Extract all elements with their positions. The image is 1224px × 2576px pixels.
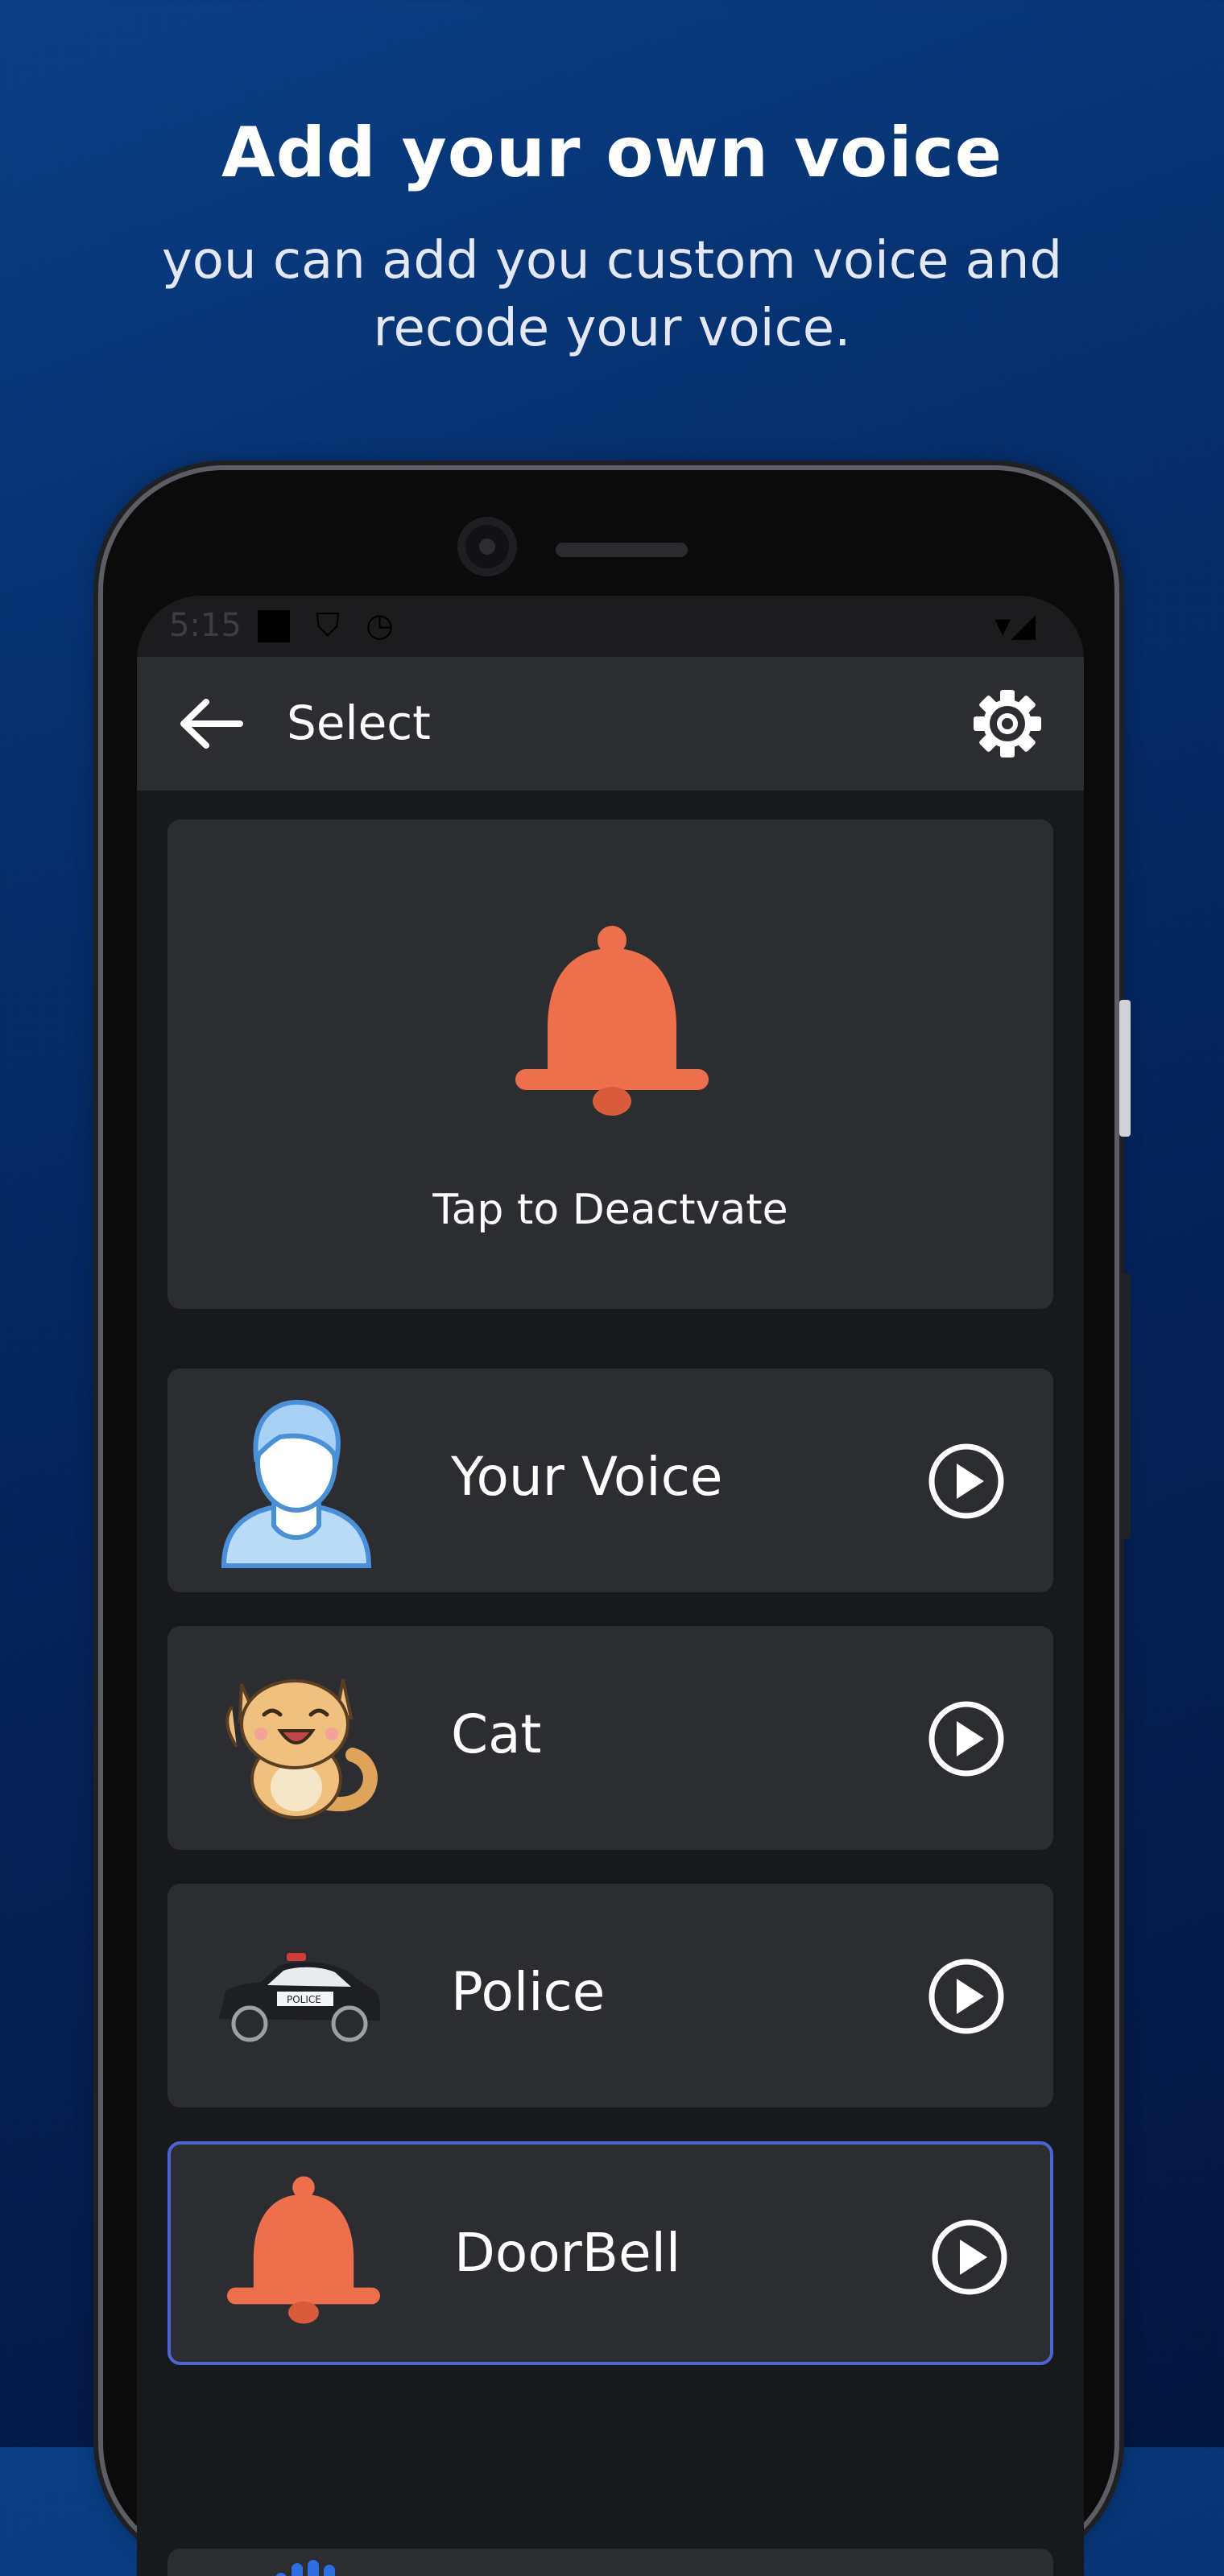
promo-headline: Add your own voice xyxy=(221,113,1003,193)
cat-icon xyxy=(225,1678,378,1819)
settings-button[interactable] xyxy=(971,687,1044,760)
bell-icon xyxy=(515,926,709,1116)
sound-item-police[interactable]: POLICE Police xyxy=(167,1884,1053,2107)
front-camera xyxy=(457,517,517,576)
activation-card[interactable]: Tap to Deactvate xyxy=(167,819,1053,1309)
arrow-left-icon xyxy=(180,699,243,749)
clock-icon: ◷ xyxy=(366,607,394,644)
play-icon[interactable] xyxy=(926,1699,1007,1779)
phone-volume-button xyxy=(1119,1274,1131,1539)
sound-item-doorbell[interactable]: DoorBell xyxy=(167,2141,1053,2365)
bell-icon xyxy=(227,2176,380,2324)
notification-square-icon xyxy=(258,610,290,642)
sound-item-label: DoorBell xyxy=(454,2222,681,2284)
promo-subline: you can add you custom voice and recode … xyxy=(161,231,1063,358)
status-bar: 5:15 ⛉ ◷ ▾◢ xyxy=(137,596,1084,657)
sound-item-label: Cat xyxy=(451,1703,542,1765)
sound-item-label: Police xyxy=(451,1961,606,2023)
police-car-icon: POLICE xyxy=(219,1953,380,2042)
phone-frame: 5:15 ⛉ ◷ ▾◢ Select Tap to Deactvate Your… xyxy=(103,470,1131,2576)
play-icon[interactable] xyxy=(926,1441,1007,1521)
phone-screen: 5:15 ⛉ ◷ ▾◢ Select Tap to Deactvate Your… xyxy=(137,596,1084,2576)
earpiece-speaker xyxy=(556,543,688,557)
sound-item-your-voice[interactable]: Your Voice xyxy=(167,1368,1053,1592)
hand-icon xyxy=(275,2560,335,2576)
svg-text:POLICE: POLICE xyxy=(287,1994,321,2005)
status-time: 5:15 xyxy=(169,607,242,644)
back-button[interactable] xyxy=(177,696,245,752)
app-bar: Select xyxy=(137,657,1084,791)
deactivate-label: Tap to Deactvate xyxy=(432,1186,788,1234)
play-icon[interactable] xyxy=(926,1956,1007,2037)
person-avatar-icon xyxy=(221,1399,372,1568)
page-title: Select xyxy=(287,696,431,750)
sound-item-cat[interactable]: Cat xyxy=(167,1626,1053,1850)
shield-icon: ⛉ xyxy=(316,607,340,644)
sound-item-label: Your Voice xyxy=(451,1446,723,1508)
phone-side-button xyxy=(1119,1000,1131,1137)
play-icon[interactable] xyxy=(929,2217,1010,2297)
gear-icon xyxy=(974,690,1041,758)
wifi-signal-icon: ▾◢ xyxy=(994,607,1036,644)
sound-item-partial[interactable] xyxy=(167,2549,1053,2576)
